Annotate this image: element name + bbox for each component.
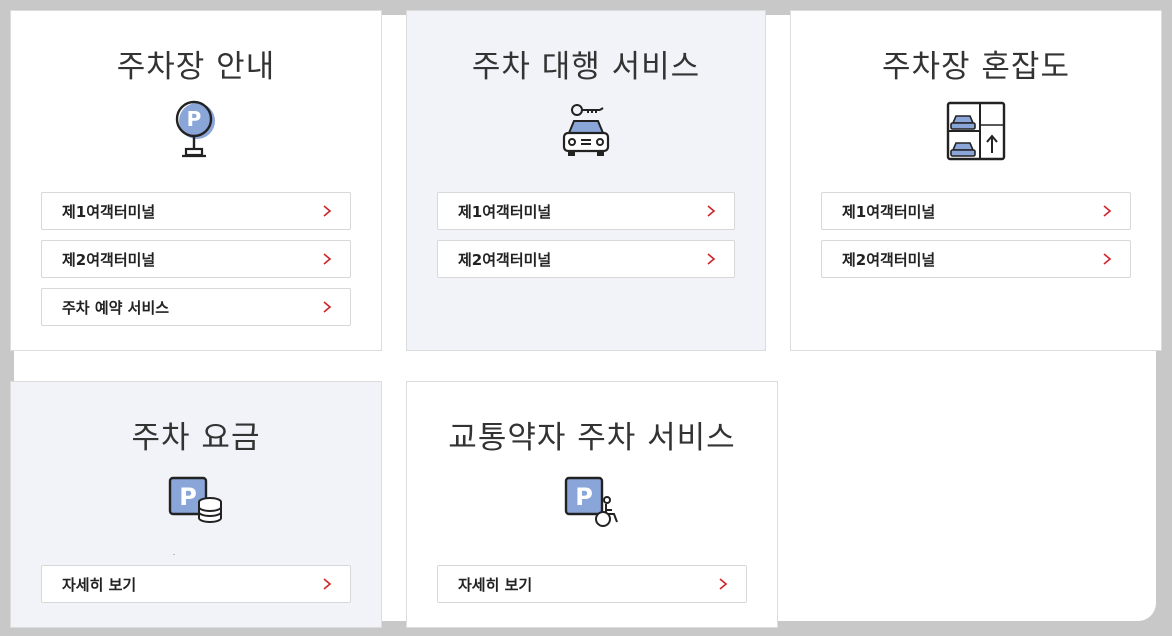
card-title: 주차장 혼잡도	[882, 49, 1070, 85]
chevron-right-icon	[323, 301, 332, 313]
svg-text:P: P	[187, 107, 202, 131]
link-label: 제1여객터미널	[842, 202, 936, 221]
chevron-right-icon	[719, 578, 728, 590]
link-t2-valet[interactable]: 제2여객터미널	[437, 240, 735, 278]
chevron-right-icon	[1103, 253, 1112, 265]
card-parking-guide: 주차장 안내 P 제1여객터미널 제2여객터미널 주차 예약 서비스	[10, 10, 382, 351]
link-label: 주차 예약 서비스	[62, 298, 170, 317]
card-title: 주차 요금	[131, 420, 261, 456]
link-label: 자세히 보기	[62, 575, 137, 594]
link-label: 제2여객터미널	[842, 250, 936, 269]
link-t2-parking[interactable]: 제2여객터미널	[41, 240, 351, 278]
link-label: 자세히 보기	[458, 575, 533, 594]
card-title: 주차장 안내	[116, 49, 276, 85]
link-label: 제2여객터미널	[62, 250, 156, 269]
parking-sign-icon: P	[175, 100, 215, 158]
link-accessible-details[interactable]: 자세히 보기	[437, 565, 747, 603]
chevron-right-icon	[707, 205, 716, 217]
card-parking-congestion: 주차장 혼잡도 제1여객터미널 제2여객터미널	[790, 10, 1162, 351]
chevron-right-icon	[323, 205, 332, 217]
card-valet-service: 주차 대행 서비스 제1여객터미널 제2여객터미널	[406, 10, 766, 351]
link-t2-congestion[interactable]: 제2여객터미널	[821, 240, 1131, 278]
card-accessible-parking: 교통약자 주차 서비스 P 자세히 보기	[406, 381, 778, 628]
link-parking-reservation[interactable]: 주차 예약 서비스	[41, 288, 351, 326]
link-t1-congestion[interactable]: 제1여객터미널	[821, 192, 1131, 230]
link-fee-details[interactable]: 자세히 보기	[41, 565, 351, 603]
link-label: 제1여객터미널	[62, 202, 156, 221]
link-label: 제2여객터미널	[458, 250, 552, 269]
parking-fee-icon: P	[168, 476, 222, 523]
svg-text:P: P	[575, 483, 593, 511]
svg-text:P: P	[179, 483, 197, 511]
chevron-right-icon	[323, 253, 332, 265]
card-title: 교통약자 주차 서비스	[448, 420, 736, 456]
chevron-right-icon	[323, 578, 332, 590]
valet-car-key-icon	[562, 104, 610, 156]
link-t1-valet[interactable]: 제1여객터미널	[437, 192, 735, 230]
parking-congestion-icon	[946, 101, 1006, 161]
card-parking-fee: 주차 요금 P 자세히 보기	[10, 381, 382, 628]
link-t1-parking[interactable]: 제1여객터미널	[41, 192, 351, 230]
chevron-right-icon	[1103, 205, 1112, 217]
chevron-right-icon	[707, 253, 716, 265]
dot-divider	[173, 554, 175, 555]
link-label: 제1여객터미널	[458, 202, 552, 221]
accessible-parking-icon: P	[564, 476, 618, 527]
card-title: 주차 대행 서비스	[471, 49, 701, 85]
